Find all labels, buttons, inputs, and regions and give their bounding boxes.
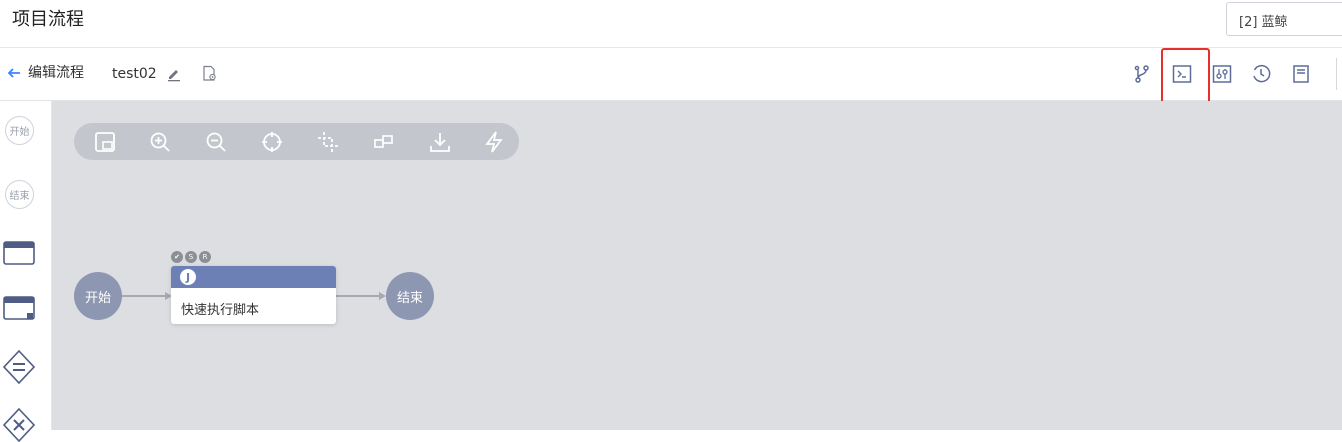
edit-name-icon[interactable] <box>166 66 182 82</box>
locate-icon[interactable] <box>261 131 283 153</box>
palette-subprocess-icon[interactable] <box>3 296 35 322</box>
back-label: 编辑流程 <box>28 65 84 81</box>
task-node-label: 快速执行脚本 <box>181 303 260 318</box>
history-icon[interactable] <box>1251 64 1271 84</box>
palette-end-node[interactable]: 结束 <box>5 180 34 209</box>
palette-task-node-icon[interactable] <box>3 241 35 265</box>
arrange-icon[interactable] <box>373 131 395 153</box>
task-status-retry: R <box>199 251 211 263</box>
back-button[interactable]: 编辑流程 <box>6 64 84 82</box>
flow-canvas[interactable]: 开始 结束 ✔ S R J 快速执行脚本 <box>52 101 1342 430</box>
start-node[interactable]: 开始 <box>74 272 122 320</box>
quick-action-icon[interactable] <box>483 131 505 153</box>
task-node-header: J <box>171 266 336 288</box>
flow-name: test02 <box>112 66 157 82</box>
palette-branch-gateway-icon[interactable] <box>3 408 35 442</box>
page-title: 项目流程 <box>12 9 84 30</box>
end-node[interactable]: 结束 <box>386 272 434 320</box>
select-area-icon[interactable] <box>317 131 339 153</box>
task-status-success: ✔ <box>171 251 183 263</box>
zoom-in-icon[interactable] <box>149 131 171 153</box>
toolbar-divider <box>1336 58 1337 90</box>
edge-arrow <box>379 292 386 300</box>
zoom-out-icon[interactable] <box>205 131 227 153</box>
template-config-icon[interactable] <box>201 65 218 82</box>
branch-icon[interactable] <box>1132 64 1152 84</box>
palette-start-node[interactable]: 开始 <box>5 116 34 145</box>
node-palette: 开始 结束 <box>0 101 52 442</box>
edge-task-to-end <box>336 295 380 297</box>
task-type-badge: J <box>180 269 196 285</box>
task-status-skip: S <box>185 251 197 263</box>
fit-view-icon[interactable] <box>94 131 116 153</box>
document-icon[interactable] <box>1291 64 1311 84</box>
flow-toolbar: 编辑流程 test02 <box>0 48 1342 101</box>
variable-settings-icon[interactable] <box>1212 64 1232 84</box>
app-header: 项目流程 [2] 蓝鲸 <box>0 0 1342 48</box>
task-node[interactable]: J 快速执行脚本 <box>171 266 336 324</box>
arrow-left-icon <box>7 68 20 78</box>
edge-start-to-task <box>122 295 166 297</box>
terminal-icon[interactable] <box>1172 64 1192 84</box>
download-icon[interactable] <box>429 131 451 153</box>
canvas-toolbar <box>74 123 519 160</box>
palette-parallel-gateway-icon[interactable] <box>3 350 35 384</box>
project-select[interactable]: [2] 蓝鲸 <box>1226 2 1342 36</box>
